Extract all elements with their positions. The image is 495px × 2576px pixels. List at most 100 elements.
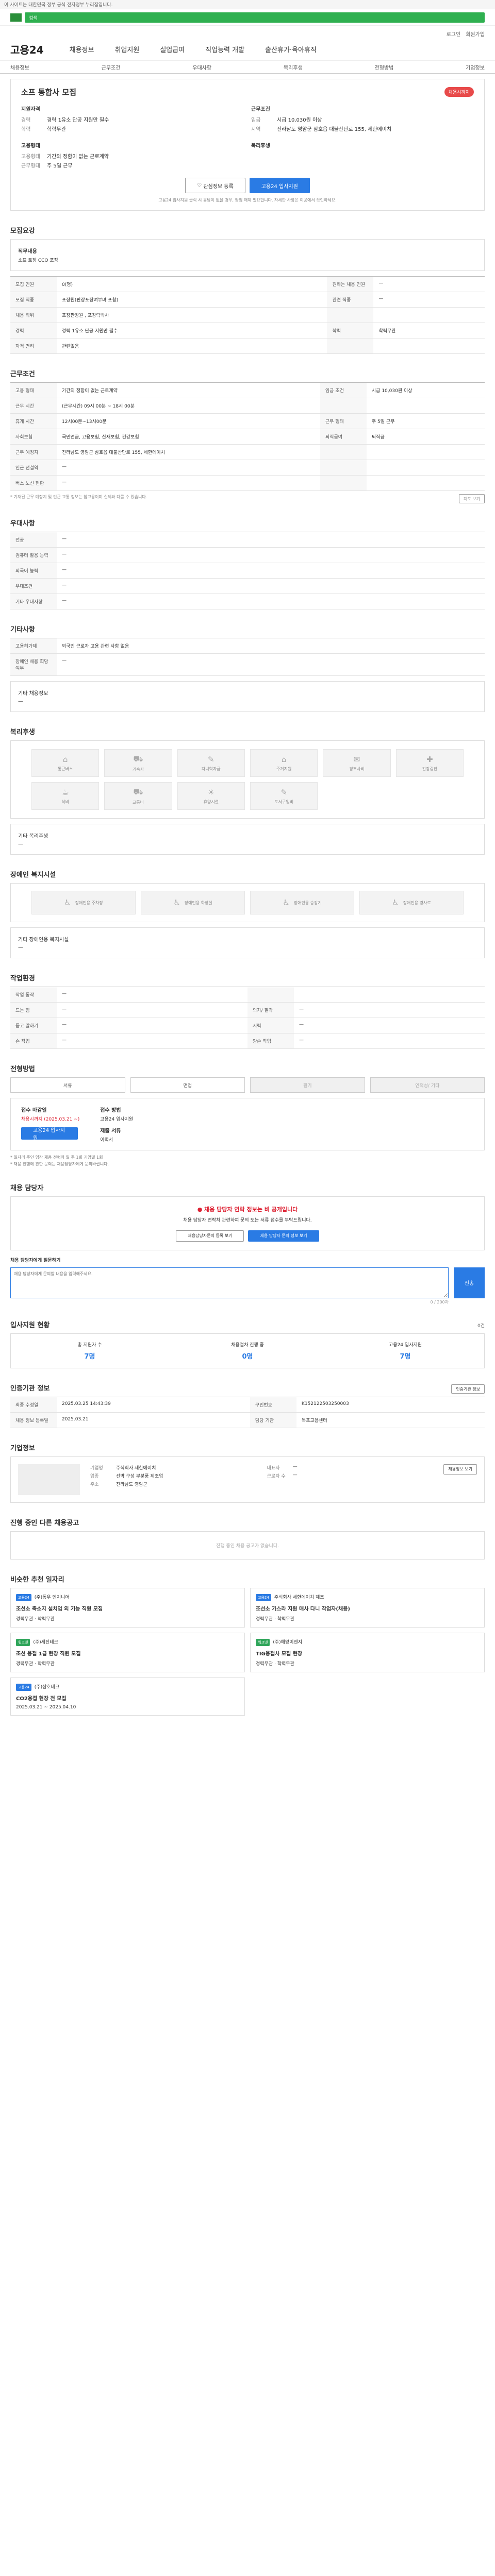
row-label: 관련 직종 xyxy=(327,292,374,308)
stat-value: 7명 xyxy=(84,1352,95,1361)
welfare-label: 통근버스 xyxy=(57,766,73,771)
other-section-title: 진행 중인 다른 채용공고 xyxy=(10,1519,79,1527)
row-label: 듣고 말하기 xyxy=(10,1018,57,1033)
row-label: 근무 예정지 xyxy=(10,444,57,460)
signup-link[interactable]: 회원가입 xyxy=(466,30,485,38)
conditions-table: 고용 형태 기간의 정함이 없는 근로계약 임금 조건 시급 10,030원 이상 근무… xyxy=(10,382,485,491)
recommend-meta: 경력무관 · 학력무관 xyxy=(16,1661,55,1667)
row-value: — xyxy=(57,594,485,609)
interest-label: 관심정보 등록 xyxy=(203,183,234,190)
login-link[interactable]: 로그인 xyxy=(447,30,461,38)
table-row: 컴퓨터 활용 능력 — xyxy=(10,547,485,563)
gnb-item-support[interactable]: 취업지원 xyxy=(114,44,139,54)
table-row: 채용 직위 포장판장원 , 포장락박사 xyxy=(10,307,485,323)
gnb-item-jobs[interactable]: 채용정보 xyxy=(70,44,94,54)
brand-logo[interactable]: 고용24 xyxy=(10,42,44,57)
tab-method[interactable]: 전형방법 xyxy=(375,63,394,71)
welfare-icon: ☕ xyxy=(61,787,69,797)
company-section-title: 기업정보 xyxy=(10,1444,35,1452)
row-label: 퇴직급여 xyxy=(320,429,367,445)
conditions-section-title: 근무조건 xyxy=(10,370,35,378)
row-label: 사회보험 xyxy=(10,429,57,445)
method-note: * 일자리 주인 입장 채용 전형의 일 주 1회 기업별 1회 xyxy=(10,1155,103,1160)
disabled-facility-item: ♿ 장애인용 주차장 xyxy=(31,891,136,914)
welfare-group: 복리후생 xyxy=(251,141,474,171)
row-label: 기타 우대사항 xyxy=(10,594,57,609)
search-input[interactable]: 검색 xyxy=(25,12,485,23)
table-row: 우대조건 — xyxy=(10,578,485,594)
method-apply-button[interactable]: 고용24 입사지원 xyxy=(21,1127,78,1141)
row-value: 0(명) xyxy=(57,276,327,292)
welfare-item: ⌂ 주거지원 xyxy=(250,749,318,777)
welfare-label: 교통비 xyxy=(132,800,144,805)
tab-preference[interactable]: 우대사항 xyxy=(192,63,211,71)
etc-extra-value: — xyxy=(18,699,23,704)
recommend-card[interactable]: 고용24 (주)삼호테크 CO2용접 현장 전 모집 2025.03.21 ~ 202… xyxy=(10,1677,245,1716)
contact-alert-desc: 채용 담당자 연락처 관련하여 문의 또는 서류 접수를 부탁드립니다. xyxy=(183,1217,312,1223)
row-label: 드는 힘 xyxy=(10,1002,57,1018)
disabled-facility-item: ♿ 장애인용 경사로 xyxy=(359,891,464,914)
warning-icon: ● xyxy=(197,1206,205,1213)
table-row: 고용 형태 기간의 정함이 없는 근로계약 임금 조건 시급 10,030원 이상 xyxy=(10,382,485,398)
recommend-card[interactable]: 워크넷 (주)세진테크 조선 용접 1급 현장 직원 모집 경력무관 · 학력무관 xyxy=(10,1632,245,1672)
welfare-icons: ⌂ 통근버스 ⛟ 기숙사 ✎ 자녀학자금 ⌂ 주거지원 ✉ 경조사비 ✚ 건강검진 ☕ 식비 ⛟ 교통비 ☀ 휴양… xyxy=(10,740,485,819)
disabled-icons: ♿ 장애인용 주차장 ♿ 장애인용 화장실 ♿ 장애인용 승강기 ♿ 장애인용 경사로 xyxy=(10,883,485,922)
source-tag: 고용24 xyxy=(16,1594,31,1601)
tab-recruit[interactable]: 채용정보 xyxy=(10,63,29,71)
section-tabs: 채용정보 근무조건 우대사항 복리후생 전형방법 기업정보 xyxy=(0,60,495,74)
disabled-facility-label: 장애인용 승강기 xyxy=(293,900,322,905)
gnb-item-benefit[interactable]: 실업급여 xyxy=(160,44,185,54)
stat-total: 총 지원자 수 7명 xyxy=(11,1341,169,1361)
table-row: 전공 — xyxy=(10,532,485,548)
welfare-item: ✎ 도서구입비 xyxy=(250,782,318,810)
company-rep: — xyxy=(292,1464,298,1469)
row-value: 기간의 정함이 없는 근로계약 xyxy=(57,382,320,398)
contact-info-button[interactable]: 채용 담당자 문의 정보 보기 xyxy=(248,1230,319,1242)
welfare-item: ✉ 경조사비 xyxy=(323,749,391,777)
recruit-table: 모집 인원 0(명) 원하는 채용 인원 — 모집 직종 포장원(판장포장여부녀 포함) 관… xyxy=(10,276,485,354)
recommend-card[interactable]: 고용24 (주)동우 엔지니어 조선소 축소지 설치업 외 기능 직원 모집 경력무관… xyxy=(10,1587,245,1628)
welfare-item: ✚ 건강검진 xyxy=(395,749,464,777)
row-label: 근무 형태 xyxy=(320,413,367,429)
company-jobs-button[interactable]: 채용정보 보기 xyxy=(443,1464,477,1475)
row-value: 국민연금, 고용보험, 산재보험, 건강보험 xyxy=(57,429,320,445)
interest-button[interactable]: ♡ 관심정보 등록 xyxy=(185,178,245,193)
row-label: 휴게 시간 xyxy=(10,413,57,429)
welfare-item: ⛟ 기숙사 xyxy=(104,749,172,777)
recommend-meta: 경력무관 · 학력무관 xyxy=(16,1616,55,1622)
company-name: (주)동우 엔지니어 xyxy=(34,1595,70,1600)
inquiry-textarea[interactable] xyxy=(10,1267,449,1298)
row-value: 학력무관 xyxy=(373,323,485,338)
table-row: 모집 직종 포장원(판장포장여부녀 포함) 관련 직종 — xyxy=(10,292,485,308)
table-row: 작업 동작 — xyxy=(10,987,485,1003)
step-aptitude: 인적성/ 기타 xyxy=(370,1077,485,1093)
row-label: 외국어 능력 xyxy=(10,563,57,579)
recommend-card[interactable]: 워크넷 (주)해양이엔지 TIG용접사 모집 현장 경력무관 · 학력무관 xyxy=(250,1632,485,1672)
row-value: 포장판장원 , 포장락박사 xyxy=(57,307,327,323)
table-row: 근무 시간 (근무시간) 09시 00분 ~ 18시 00분 xyxy=(10,398,485,414)
gnb-item-leave[interactable]: 출산휴가·육아휴직 xyxy=(265,44,317,54)
map-button[interactable]: 지도 보기 xyxy=(459,494,485,503)
tab-company[interactable]: 기업정보 xyxy=(466,63,485,71)
employ-group: 고용형태 고용형태 기간의 정함이 없는 근로계약 근무형태 주 5일 근무 xyxy=(21,141,244,171)
company-emp-label: 근로자 수 xyxy=(267,1473,286,1479)
row-label: 임금 조건 xyxy=(320,382,367,398)
welfare-icon: ✉ xyxy=(353,754,360,764)
tab-conditions[interactable]: 근무조건 xyxy=(102,63,121,71)
welfare-extra-value: — xyxy=(18,841,23,847)
row-value: — xyxy=(57,563,485,579)
regist-button[interactable]: 인증기관 정보 xyxy=(451,1384,485,1394)
search-bar: 검색 xyxy=(0,9,495,26)
tab-welfare[interactable]: 복리후생 xyxy=(284,63,303,71)
contact-section-title: 채용 담당자 xyxy=(10,1184,44,1192)
row-value: — xyxy=(57,578,485,594)
inquiry-send-button[interactable]: 전송 xyxy=(454,1267,485,1298)
apply-button[interactable]: 고용24 입사지원 xyxy=(249,178,310,193)
contact-history-button[interactable]: 채용담당자문의 등록 보기 xyxy=(176,1230,244,1242)
gnb-item-training[interactable]: 직업능력 개발 xyxy=(205,44,244,54)
employ-title: 고용형태 xyxy=(21,143,40,149)
row-label: 경력 xyxy=(10,323,57,338)
recommend-card[interactable]: 고용24 주식회사 세한에이치 제조 조선소 가스라 지원 매사 다니 작업자(채용… xyxy=(250,1587,485,1628)
stat-label: 채용절차 진행 중 xyxy=(231,1342,264,1348)
docs-value: 이력서 xyxy=(100,1138,113,1143)
